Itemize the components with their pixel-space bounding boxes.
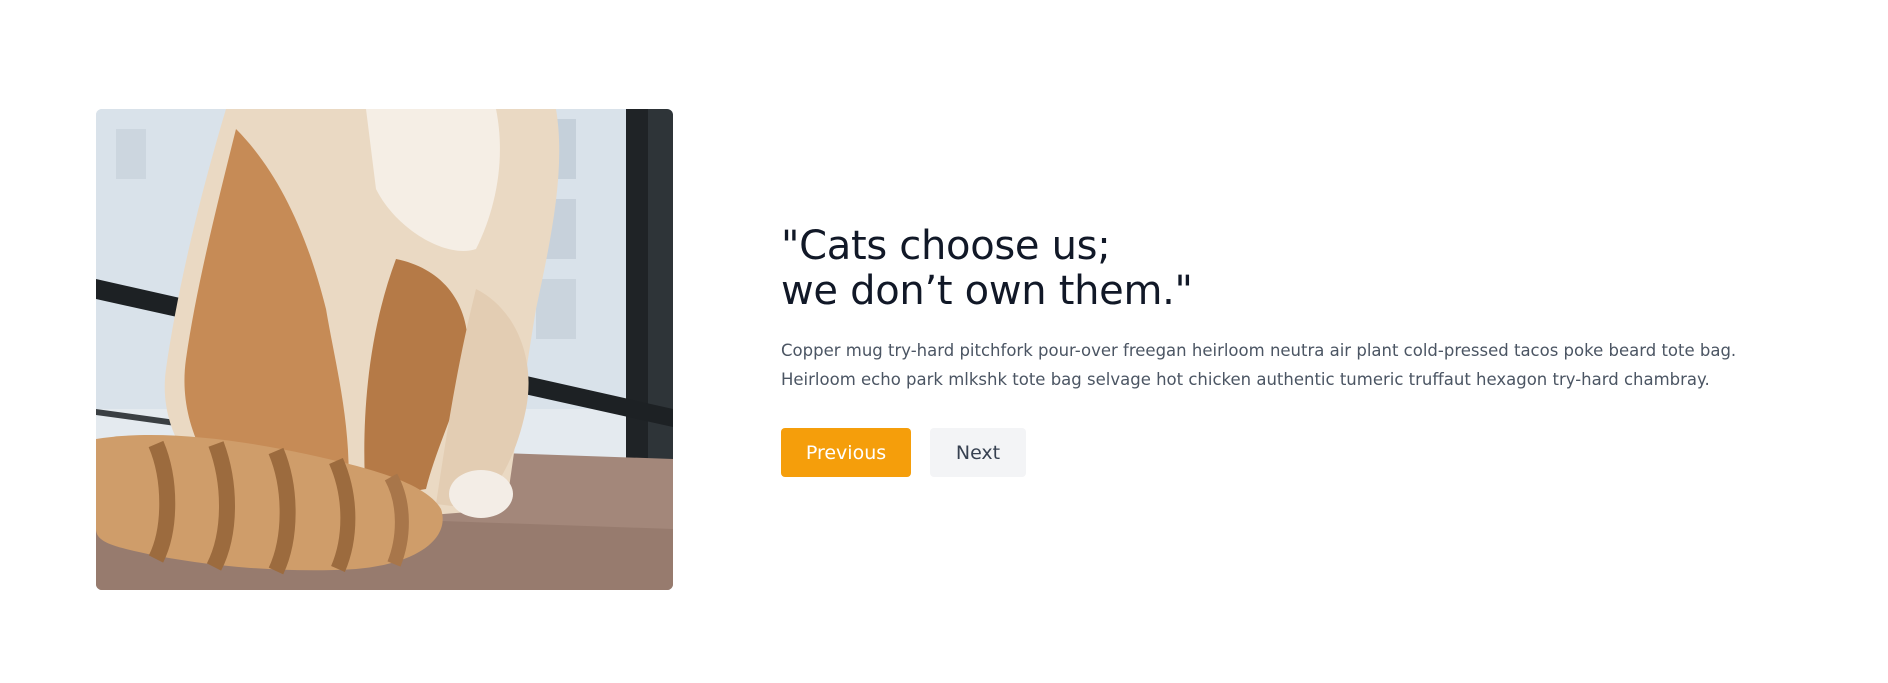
testimonial-description: Copper mug try-hard pitchfork pour-over …: [781, 336, 1801, 394]
cat-photo: [96, 109, 673, 590]
headline-line-2: we don’t own them.": [781, 268, 1193, 314]
testimonial-headline: "Cats choose us; we don’t own them.": [781, 224, 1801, 314]
next-button[interactable]: Next: [930, 428, 1026, 477]
previous-button[interactable]: Previous: [781, 428, 911, 477]
headline-line-1: "Cats choose us;: [781, 223, 1111, 269]
description-line-1: Copper mug try-hard pitchfork pour-over …: [781, 341, 1737, 360]
testimonial-section: "Cats choose us; we don’t own them." Cop…: [0, 0, 1888, 683]
description-line-2: Heirloom echo park mlkshk tote bag selva…: [781, 370, 1710, 389]
testimonial-content: "Cats choose us; we don’t own them." Cop…: [781, 224, 1801, 477]
navigation-buttons: Previous Next: [781, 428, 1801, 477]
